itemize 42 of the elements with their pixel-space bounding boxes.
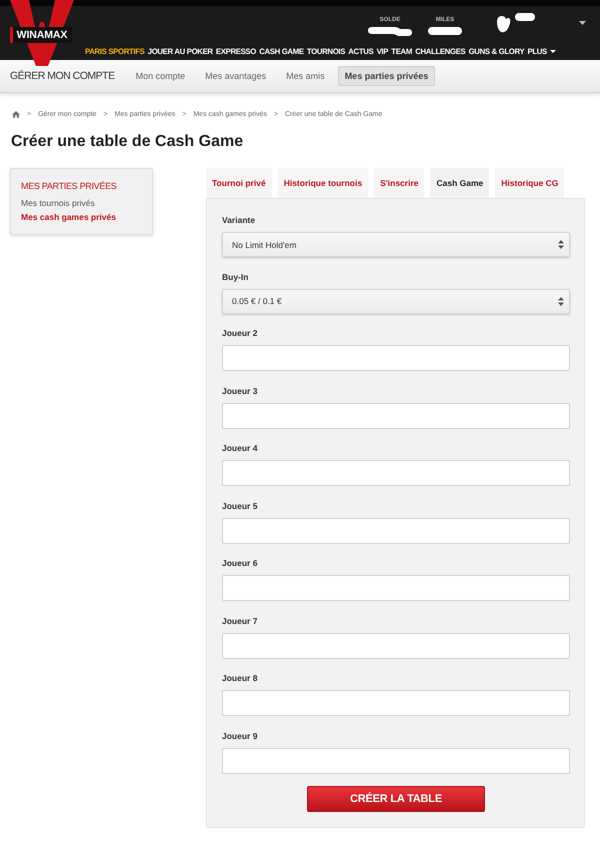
field-label: Joueur 8 [222,672,258,685]
field-label: Joueur 9 [222,730,258,742]
field-label: Joueur 3 [222,384,258,398]
updown-arrows-icon [558,240,564,249]
account-nav-tab[interactable]: Mes avantages [198,66,274,86]
tab[interactable]: S'inscrire [374,168,424,198]
tab[interactable]: Historique CG [495,168,564,198]
text-input[interactable] [222,575,570,601]
section-title: GÉRER MON COMPTE [10,70,115,82]
field-label: Joueur 5 [222,500,258,512]
tab[interactable]: Cash Game [430,168,490,198]
sidebar-link[interactable]: Mes cash games privés [21,210,116,224]
sidebar-title: MES PARTIES PRIVÉES [21,180,116,193]
field-label: Joueur 2 [222,327,258,340]
sidebar-link[interactable]: Mes tournois privés [21,196,95,210]
field-label: Joueur 7 [222,614,258,628]
redaction-mark [368,26,412,36]
text-input[interactable] [222,460,570,486]
field-label: Variante [222,214,256,227]
dropdown-field[interactable]: 0.05 € / 0.1 € [222,288,570,314]
redaction-mark [495,13,535,33]
field-label: Joueur 4 [222,442,258,455]
text-input[interactable] [222,518,570,544]
account-nav-tab[interactable]: Mon compte [128,66,192,86]
tab[interactable]: Tournoi privé [206,168,272,198]
text-input[interactable] [222,748,570,774]
create-table-button[interactable]: CRÉER LA TABLE [307,786,485,812]
text-input[interactable] [222,345,570,371]
field-label: Joueur 6 [222,557,258,570]
caret-icon[interactable] [579,21,586,25]
updown-arrows-icon [558,296,564,306]
text-input[interactable] [222,690,570,716]
page-title: Créer une table de Cash Game [11,132,244,152]
account-nav-tab[interactable]: Mes amis [279,66,332,86]
field-label: Buy-In [222,270,248,284]
text-input[interactable] [222,402,570,428]
dropdown-field[interactable]: No Limit Hold'em [222,232,570,257]
home-icon[interactable] [12,110,20,118]
redaction-mark [428,26,462,36]
text-input[interactable] [222,632,570,658]
tab[interactable]: Historique tournois [278,168,368,198]
account-nav-tab[interactable]: Mes parties privées [338,66,436,86]
